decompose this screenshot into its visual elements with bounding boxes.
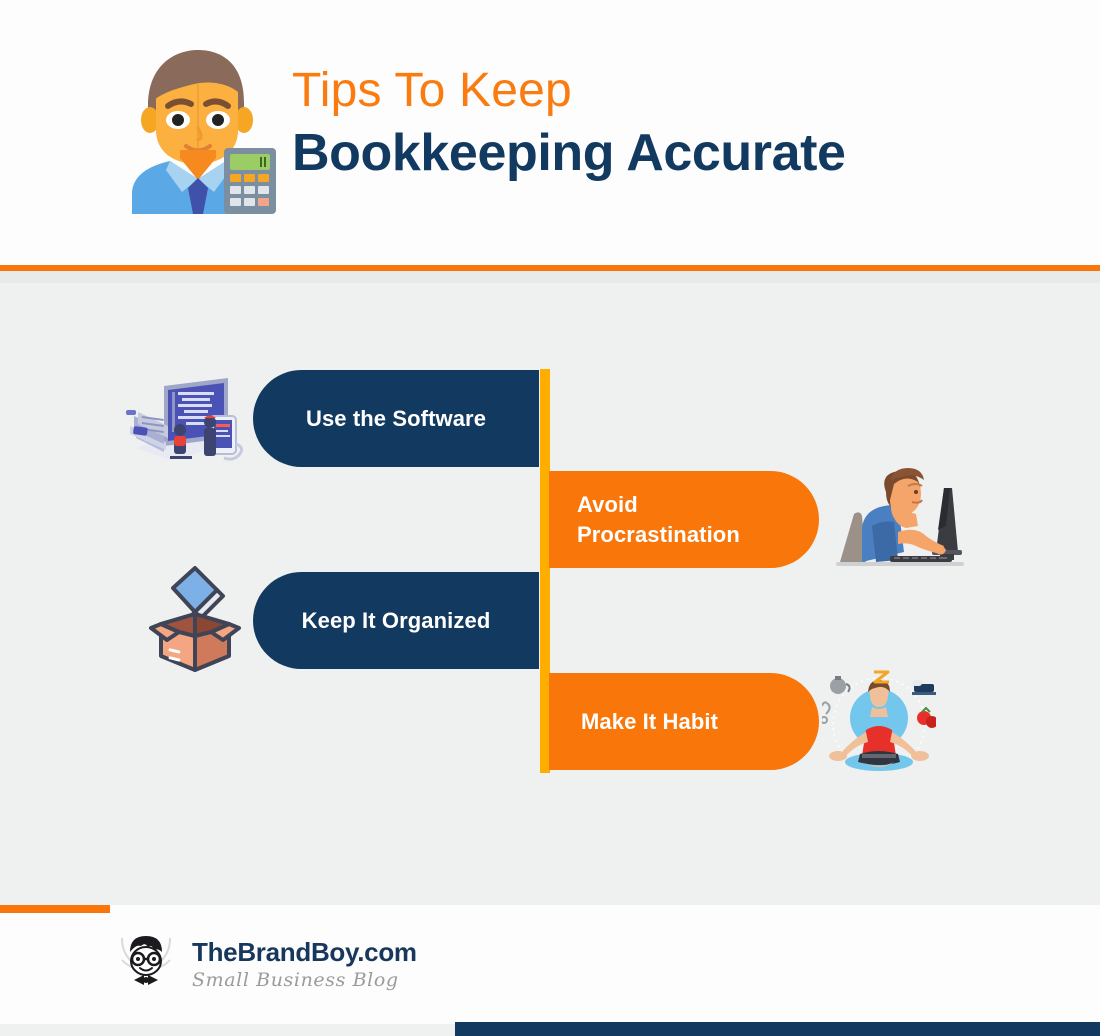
tip-card-use-the-software[interactable]: Use the Software: [253, 370, 539, 467]
brand-name: TheBrandBoy.com: [192, 936, 417, 967]
header-content: Tips To Keep Bookkeeping Accurate: [120, 44, 846, 214]
brand-logo[interactable]: TheBrandBoy.com Small Business Blog: [112, 930, 417, 998]
footer-bottom-left-strip: [0, 1024, 455, 1036]
header: Tips To Keep Bookkeeping Accurate: [0, 0, 1100, 271]
title-line-secondary: Bookkeeping Accurate: [292, 124, 846, 183]
meditating-person-habits-illustration-icon: [820, 666, 938, 778]
accountant-avatar-icon: [120, 44, 278, 214]
tip-card-label: Keep It Organized: [301, 607, 491, 633]
footer-bottom-right-bar: [455, 1022, 1100, 1036]
laptop-coding-illustration-icon: [120, 372, 248, 466]
tip-card-keep-it-organized[interactable]: Keep It Organized: [253, 572, 539, 669]
tip-card-label: Make It Habit: [581, 708, 718, 734]
brand-tagline: Small Business Blog: [192, 968, 399, 991]
bored-person-at-computer-illustration-icon: [832, 466, 968, 568]
tip-card-label: Use the Software: [305, 405, 487, 431]
brandboy-face-logo-icon: [112, 930, 180, 998]
footer-accent-bar: [0, 905, 110, 913]
brand-text: TheBrandBoy.com Small Business Blog: [192, 939, 417, 990]
open-box-with-book-illustration-icon: [143, 566, 247, 676]
tip-card-label: Avoid Procrastination: [577, 492, 740, 547]
tip-card-make-it-habit[interactable]: Make It Habit: [549, 673, 819, 770]
tip-card-avoid-procrastination[interactable]: Avoid Procrastination: [549, 471, 819, 568]
page-title: Tips To Keep Bookkeeping Accurate: [292, 44, 846, 183]
infographic-page: Tips To Keep Bookkeeping Accurate Use th…: [0, 0, 1100, 1036]
title-line-primary: Tips To Keep: [292, 64, 572, 117]
